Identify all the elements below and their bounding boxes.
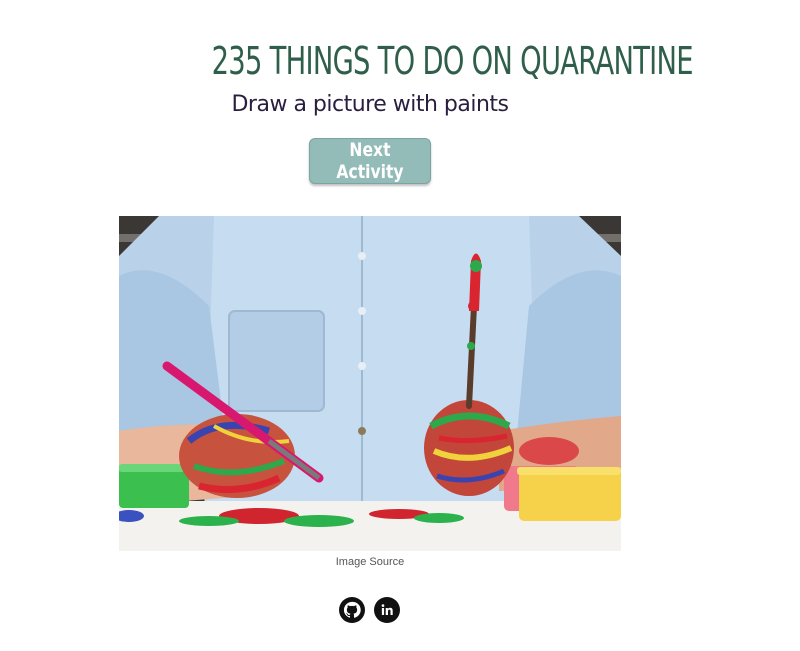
github-icon <box>341 599 363 621</box>
next-activity-label: Next Activity <box>336 139 404 183</box>
linkedin-link[interactable] <box>374 597 400 623</box>
activity-text: Draw a picture with paints <box>231 92 509 117</box>
painted-hands-illustration <box>119 216 621 551</box>
activity-image <box>119 216 621 551</box>
next-activity-button[interactable]: Next Activity <box>309 138 431 184</box>
page-title: 235 THINGS TO DO ON QUARANTINE <box>211 39 694 84</box>
linkedin-icon <box>376 599 398 621</box>
image-source-link[interactable]: Image Source <box>270 556 470 568</box>
github-link[interactable] <box>339 597 365 623</box>
